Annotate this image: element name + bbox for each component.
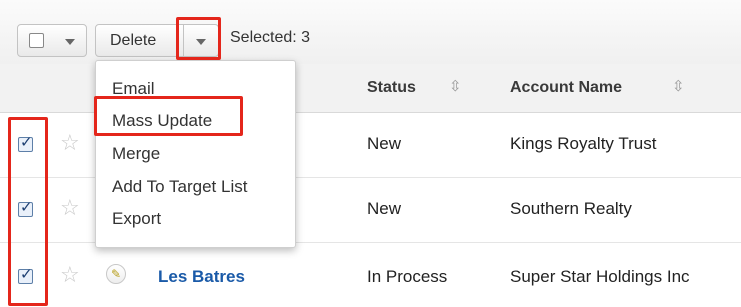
row-status: New: [367, 134, 402, 153]
pencil-icon[interactable]: ✎: [106, 264, 126, 284]
list-toolbar: Delete Selected: 3: [0, 0, 741, 65]
menu-item-export[interactable]: Export: [112, 209, 161, 229]
row-account-name[interactable]: Super Star Holdings Inc: [510, 267, 690, 287]
select-all-checkbox[interactable]: [29, 33, 44, 48]
sort-icon[interactable]: ⇳: [449, 77, 462, 95]
chevron-down-icon: [65, 39, 75, 45]
menu-item-merge[interactable]: Merge: [112, 144, 160, 164]
sort-icon[interactable]: ⇳: [672, 77, 685, 95]
row-status: In Process: [367, 267, 448, 286]
delete-button-label: Delete: [110, 32, 157, 49]
row-account-name[interactable]: Southern Realty: [510, 199, 632, 219]
highlight-box-row-checkboxes: [8, 117, 48, 306]
row-name-link[interactable]: Les Batres: [158, 267, 245, 287]
highlight-box-dropdown-caret: [176, 17, 221, 60]
menu-item-add-to-target-list[interactable]: Add To Target List: [112, 177, 247, 197]
highlight-box-mass-update: [94, 96, 243, 136]
table-row: ✓ ☆ ✎ Les Batres In Process Super Star H…: [0, 243, 741, 307]
column-header-status[interactable]: Status: [367, 79, 416, 97]
row-account-name[interactable]: Kings Royalty Trust: [510, 134, 656, 154]
star-icon[interactable]: ☆: [60, 130, 80, 156]
column-header-account-name[interactable]: Account Name: [510, 79, 622, 97]
select-all-dropdown-button[interactable]: [17, 24, 87, 57]
row-status: New: [367, 199, 402, 218]
actions-dropdown-menu: Email Mass Update Merge Add To Target Li…: [95, 60, 296, 248]
star-icon[interactable]: ☆: [60, 262, 80, 288]
star-icon[interactable]: ☆: [60, 195, 80, 221]
selected-count: Selected: 3: [230, 29, 311, 46]
